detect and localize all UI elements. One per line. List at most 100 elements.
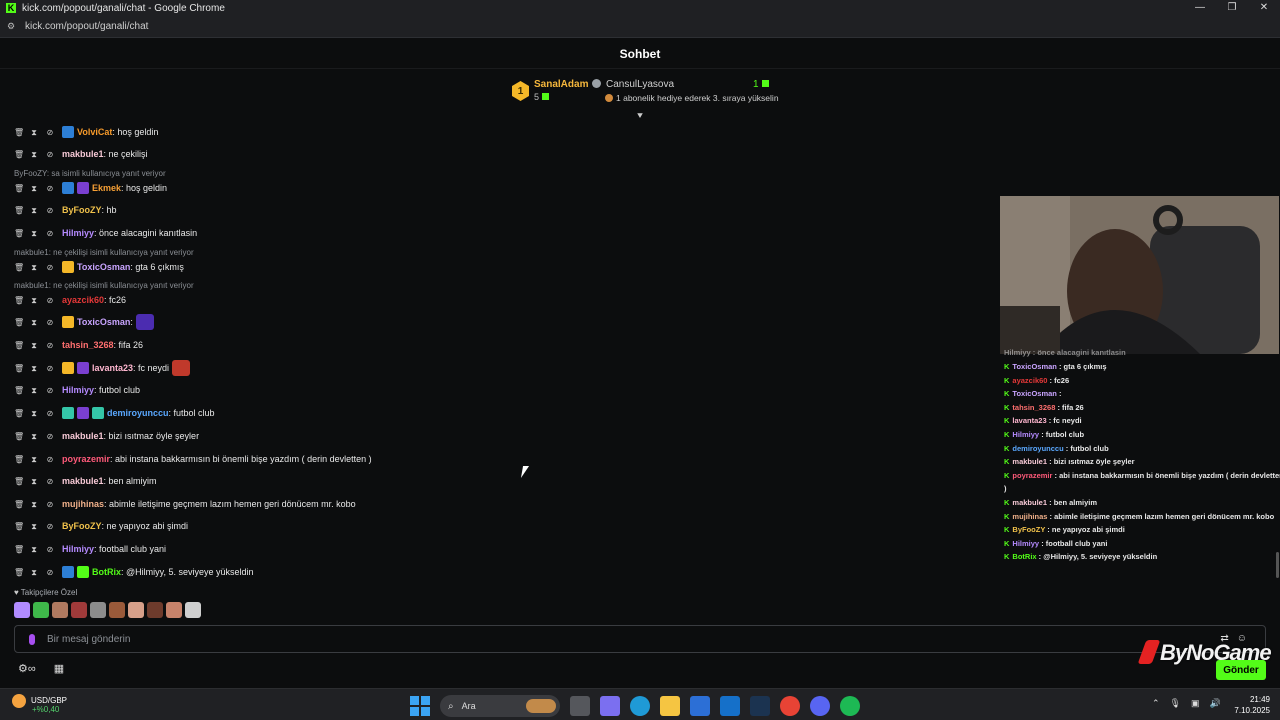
ban-icon[interactable]: ⊘ xyxy=(46,263,54,272)
timeout-icon[interactable]: ⧗ xyxy=(30,206,38,215)
chat-message[interactable]: 🗑 ⧗ ⊘ ToxicOsman: xyxy=(14,314,154,330)
message-input[interactable]: Bir mesaj gönderin ⇄☺ xyxy=(14,625,1266,653)
timeout-icon[interactable]: ⧗ xyxy=(30,318,38,327)
ban-icon[interactable]: ⊘ xyxy=(46,522,54,531)
stock-ticker-widget[interactable]: USD/GBP +%0,40 xyxy=(12,694,67,714)
timeout-icon[interactable]: ⧗ xyxy=(30,150,38,159)
timeout-icon[interactable]: ⧗ xyxy=(30,341,38,350)
chat-message[interactable]: 🗑 ⧗ ⊘ makbule1: bizi ısıtmaz öyle şeyler xyxy=(14,429,199,443)
timeout-icon[interactable]: ⧗ xyxy=(30,568,38,577)
chat-message[interactable]: 🗑 ⧗ ⊘ ByFooZY: hb xyxy=(14,203,117,217)
system-tray[interactable]: ⌃🎙▣🔊 xyxy=(1152,698,1231,709)
delete-icon[interactable]: 🗑 xyxy=(14,432,24,441)
emote-face-2[interactable] xyxy=(71,602,87,618)
ban-icon[interactable]: ⊘ xyxy=(46,409,54,418)
store-app-icon[interactable] xyxy=(690,696,710,716)
chat-username[interactable]: ByFooZY xyxy=(62,205,102,215)
ban-icon[interactable]: ⊘ xyxy=(46,318,54,327)
timeout-icon[interactable]: ⧗ xyxy=(30,455,38,464)
timeout-icon[interactable]: ⧗ xyxy=(30,500,38,509)
ban-icon[interactable]: ⊘ xyxy=(46,477,54,486)
ban-icon[interactable]: ⊘ xyxy=(46,500,54,509)
chat-message[interactable]: 🗑 ⧗ ⊘ Hilmiyy: önce alacagini kanıtlasin xyxy=(14,226,197,240)
store-icon[interactable]: ▦ xyxy=(54,662,64,675)
emote-cat[interactable] xyxy=(90,602,106,618)
timeout-icon[interactable]: ⧗ xyxy=(30,296,38,305)
emote-face-6[interactable] xyxy=(166,602,182,618)
chat-username[interactable]: makbule1 xyxy=(62,431,104,441)
chat-message[interactable]: 🗑 ⧗ ⊘ ayazcik60: fc26 xyxy=(14,293,126,307)
emote-green[interactable] xyxy=(33,602,49,618)
emote-face-7[interactable] xyxy=(185,602,201,618)
edge-icon[interactable] xyxy=(630,696,650,716)
taskbar-search[interactable]: ⌕ Ara xyxy=(440,695,560,717)
chat-message[interactable]: 🗑 ⧗ ⊘ poyrazemir: abi instana bakkarmısın b… xyxy=(14,452,372,466)
chat-username[interactable]: mujihinas xyxy=(62,499,104,509)
timeout-icon[interactable]: ⧗ xyxy=(30,477,38,486)
scroll-down-icon[interactable]: ⯆ xyxy=(634,112,646,122)
delete-icon[interactable]: 🗑 xyxy=(14,545,24,554)
emote-face-3[interactable] xyxy=(109,602,125,618)
emote-row[interactable] xyxy=(14,602,201,618)
ban-icon[interactable]: ⊘ xyxy=(46,386,54,395)
delete-icon[interactable]: 🗑 xyxy=(14,500,24,509)
chat-message[interactable]: 🗑 ⧗ ⊘ tahsin_3268: fifa 26 xyxy=(14,338,143,352)
chat-message[interactable]: 🗑 ⧗ ⊘ makbule1: ben almiyim xyxy=(14,474,157,488)
chat-message[interactable]: 🗑 ⧗ ⊘ demiroyunccu: futbol club xyxy=(14,406,215,420)
timeout-icon[interactable]: ⧗ xyxy=(30,432,38,441)
chrome-icon[interactable] xyxy=(780,696,800,716)
settings-link-icon[interactable]: ⚙∞ xyxy=(18,662,36,675)
delete-icon[interactable]: 🗑 xyxy=(14,318,24,327)
timeout-icon[interactable]: ⧗ xyxy=(30,409,38,418)
emote-face-5[interactable] xyxy=(147,602,163,618)
emote-face-4[interactable] xyxy=(128,602,144,618)
chat-username[interactable]: Hilmiyy xyxy=(62,544,94,554)
scrollbar-thumb[interactable] xyxy=(1276,552,1279,578)
send-button[interactable]: Gönder xyxy=(1216,660,1266,680)
emote-heart[interactable] xyxy=(14,602,30,618)
delete-icon[interactable]: 🗑 xyxy=(14,184,24,193)
delete-icon[interactable]: 🗑 xyxy=(14,477,24,486)
chat-username[interactable]: ToxicOsman xyxy=(77,317,130,327)
chat-username[interactable]: poyrazemir xyxy=(62,454,110,464)
timeout-icon[interactable]: ⧗ xyxy=(30,386,38,395)
timeout-icon[interactable]: ⧗ xyxy=(30,128,38,137)
url-text[interactable]: kick.com/popout/ganali/chat xyxy=(25,21,148,32)
delete-icon[interactable]: 🗑 xyxy=(14,229,24,238)
timeout-icon[interactable]: ⧗ xyxy=(30,545,38,554)
ban-icon[interactable]: ⊘ xyxy=(46,432,54,441)
windows-start-icon[interactable] xyxy=(410,696,430,716)
emote-face-1[interactable] xyxy=(52,602,68,618)
ban-icon[interactable]: ⊘ xyxy=(46,184,54,193)
close-button[interactable]: ✕ xyxy=(1248,0,1280,16)
task-view-icon[interactable] xyxy=(570,696,590,716)
ban-icon[interactable]: ⊘ xyxy=(46,128,54,137)
leaderboard-first-name[interactable]: SanalAdam xyxy=(534,79,588,90)
chat-username[interactable]: makbule1 xyxy=(62,476,104,486)
chat-message[interactable]: 🗑 ⧗ ⊘ Hilmiyy: futbol club xyxy=(14,383,140,397)
address-bar[interactable]: ⚙ kick.com/popout/ganali/chat xyxy=(0,16,1280,38)
timeout-icon[interactable]: ⧗ xyxy=(30,184,38,193)
ban-icon[interactable]: ⊘ xyxy=(46,150,54,159)
copilot-icon[interactable] xyxy=(600,696,620,716)
minimize-button[interactable]: — xyxy=(1184,0,1216,16)
chat-message[interactable]: 🗑 ⧗ ⊘ Hilmiyy: football club yani xyxy=(14,542,166,556)
chat-message[interactable]: 🗑 ⧗ ⊘ VolviCat: hoş geldin xyxy=(14,125,158,139)
ban-icon[interactable]: ⊘ xyxy=(46,568,54,577)
chat-username[interactable]: tahsin_3268 xyxy=(62,340,114,350)
chat-username[interactable]: demiroyunccu xyxy=(107,408,169,418)
leaderboard-second-name[interactable]: CansulLyasova xyxy=(606,79,674,90)
spotify-icon[interactable] xyxy=(840,696,860,716)
ban-icon[interactable]: ⊘ xyxy=(46,364,54,373)
chat-message[interactable]: 🗑 ⧗ ⊘ makbule1: ne çekilişi xyxy=(14,147,148,161)
delete-icon[interactable]: 🗑 xyxy=(14,455,24,464)
chat-message[interactable]: 🗑 ⧗ ⊘ BotRix: @Hilmiyy, 5. seviyeye yükseld… xyxy=(14,565,254,579)
delete-icon[interactable]: 🗑 xyxy=(14,386,24,395)
chat-message[interactable]: 🗑 ⧗ ⊘ ByFooZY: ne yapıyoz abi şimdi xyxy=(14,519,188,533)
ban-icon[interactable]: ⊘ xyxy=(46,341,54,350)
ban-icon[interactable]: ⊘ xyxy=(46,296,54,305)
chat-username[interactable]: ayazcik60 xyxy=(62,295,104,305)
timeout-icon[interactable]: ⧗ xyxy=(30,522,38,531)
discord-icon[interactable] xyxy=(810,696,830,716)
delete-icon[interactable]: 🗑 xyxy=(14,128,24,137)
